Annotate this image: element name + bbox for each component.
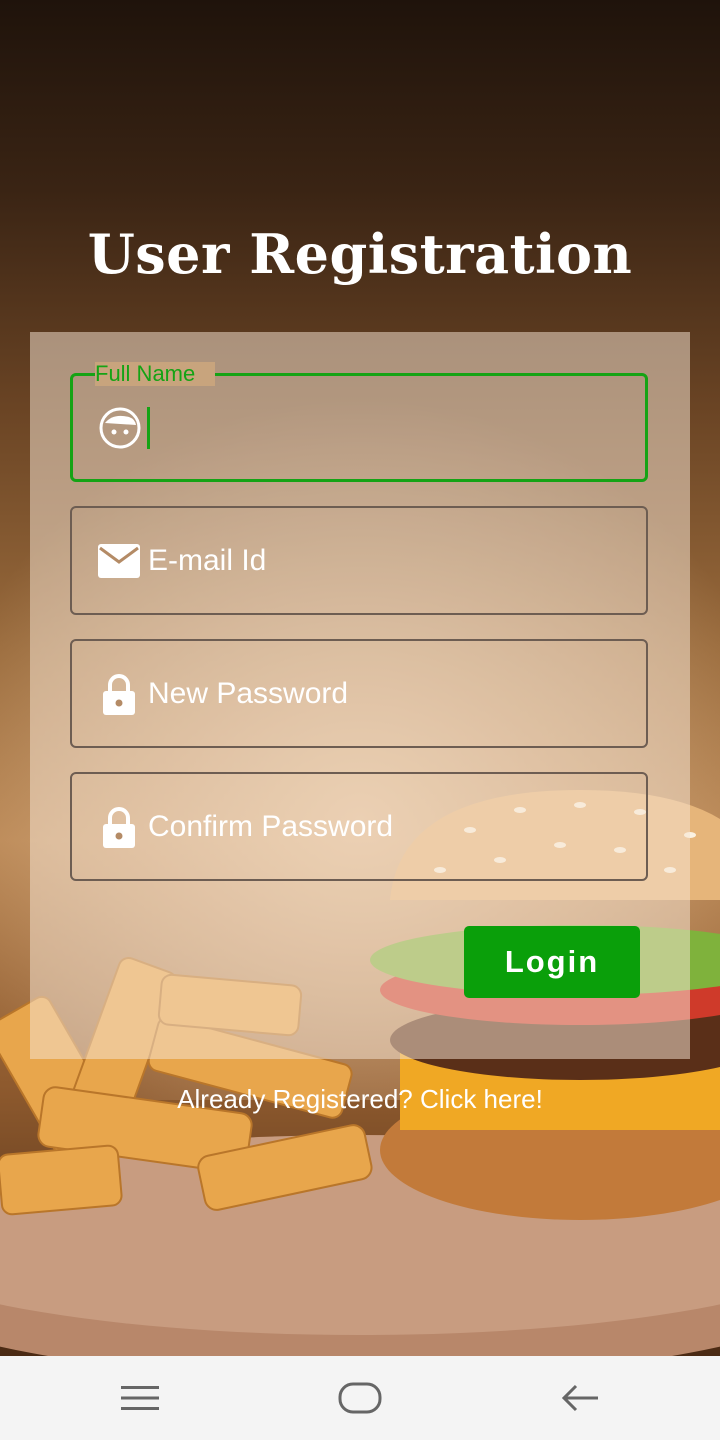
mail-icon (98, 540, 140, 582)
background-screen: User Registration Full Name E-mail Id Ne… (0, 0, 720, 1356)
system-nav-bar (0, 1356, 720, 1440)
full-name-field[interactable]: Full Name (70, 362, 648, 482)
email-placeholder: E-mail Id (148, 543, 267, 577)
new-password-field[interactable]: New Password (70, 639, 648, 748)
new-password-placeholder: New Password (148, 676, 349, 710)
menu-icon[interactable] (110, 1376, 170, 1420)
full-name-label: Full Name (95, 362, 216, 386)
back-icon[interactable] (550, 1376, 610, 1420)
full-name-input[interactable] (149, 405, 629, 450)
home-icon[interactable] (330, 1376, 390, 1420)
lock-icon (98, 806, 140, 848)
lock-icon (98, 673, 140, 715)
registration-card: Full Name E-mail Id New Password Confirm… (30, 332, 690, 1059)
login-button[interactable]: Login (464, 926, 640, 998)
confirm-password-placeholder: Confirm Password (148, 809, 394, 843)
page-title: User Registration (87, 222, 633, 286)
confirm-password-field[interactable]: Confirm Password (70, 772, 648, 881)
face-icon (99, 407, 141, 449)
already-registered-link[interactable]: Already Registered? Click here! (0, 1084, 720, 1115)
email-field[interactable]: E-mail Id (70, 506, 648, 615)
